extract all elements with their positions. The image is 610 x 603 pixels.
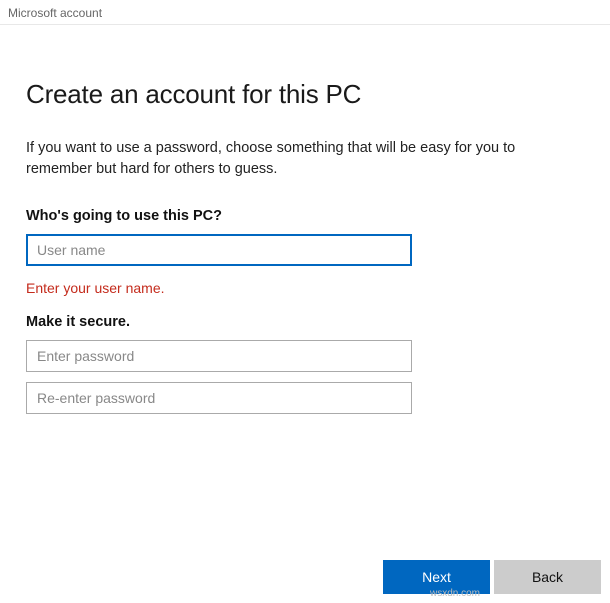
page-description: If you want to use a password, choose so… [26, 138, 584, 180]
footer-buttons: Next Back [383, 560, 601, 594]
username-error: Enter your user name. [26, 280, 584, 296]
window-titlebar: Microsoft account [0, 0, 610, 25]
username-input[interactable] [26, 234, 412, 266]
password-input[interactable] [26, 340, 412, 372]
main-content: Create an account for this PC If you wan… [0, 25, 610, 414]
section-secure-label: Make it secure. [26, 314, 584, 330]
reenter-password-input[interactable] [26, 382, 412, 414]
back-button[interactable]: Back [494, 560, 601, 594]
next-button[interactable]: Next [383, 560, 490, 594]
page-heading: Create an account for this PC [26, 79, 584, 110]
section-who-label: Who's going to use this PC? [26, 208, 584, 224]
window-title: Microsoft account [8, 6, 102, 20]
